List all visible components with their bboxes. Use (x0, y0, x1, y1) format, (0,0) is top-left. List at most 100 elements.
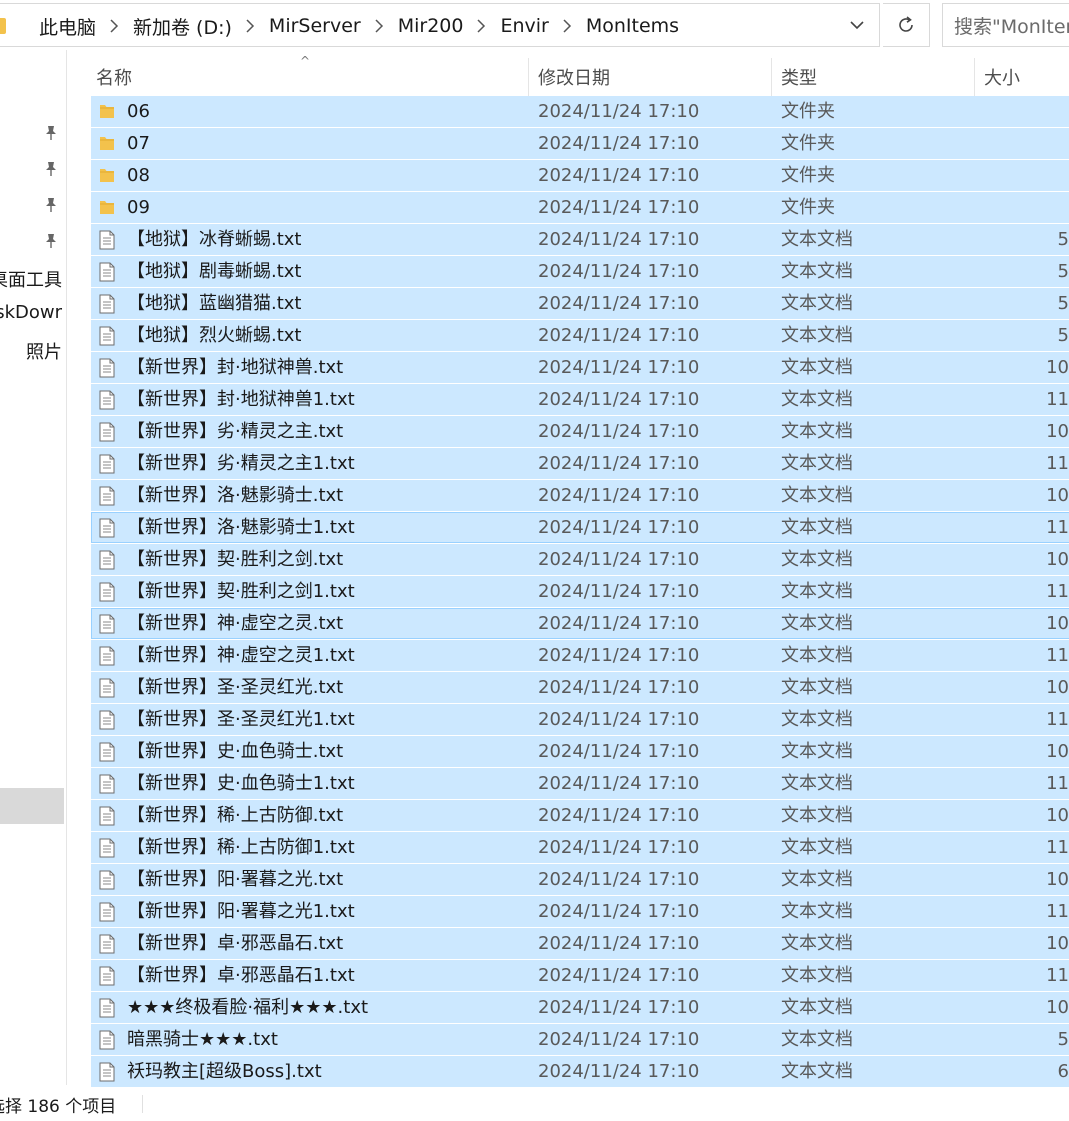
file-name[interactable]: 【新世界】神·虚空之灵1.txt (127, 640, 355, 671)
file-name[interactable]: ★★★终极看脸·福利★★★.txt (127, 992, 368, 1023)
file-row[interactable]: 【地狱】蓝幽猎猫.txt 2024/11/24 17:10 文本文档 5 (91, 288, 1069, 319)
file-row[interactable]: 【新世界】契·胜利之剑1.txt 2024/11/24 17:10 文本文档 11 (91, 576, 1069, 607)
file-name[interactable]: 【新世界】稀·上古防御.txt (127, 800, 343, 831)
file-type: 文本文档 (781, 229, 853, 250)
file-name[interactable]: 【新世界】阳·署暮之光.txt (127, 864, 343, 895)
file-row[interactable]: 【新世界】洛·魅影骑士1.txt 2024/11/24 17:10 文本文档 11 (91, 512, 1069, 543)
file-name[interactable]: 【新世界】契·胜利之剑.txt (127, 544, 343, 575)
file-name[interactable]: 【新世界】神·虚空之灵.txt (127, 608, 343, 639)
file-row[interactable]: 【新世界】卓·邪恶晶石.txt 2024/11/24 17:10 文本文档 10 (91, 928, 1069, 959)
file-name[interactable]: 暗黑骑士★★★.txt (127, 1024, 278, 1055)
file-name[interactable]: 07 (127, 128, 150, 159)
breadcrumb-mirserver[interactable]: MirServer (267, 15, 363, 37)
file-name[interactable]: 【新世界】洛·魅影骑士.txt (127, 480, 343, 511)
nav-item-selected[interactable] (0, 788, 64, 824)
file-row[interactable]: 【新世界】阳·署暮之光.txt 2024/11/24 17:10 文本文档 10 (91, 864, 1069, 895)
pin-icon[interactable] (44, 197, 58, 213)
file-name[interactable]: 【新世界】卓·邪恶晶石1.txt (127, 960, 355, 991)
file-row[interactable]: 【新世界】神·虚空之灵.txt 2024/11/24 17:10 文本文档 10 (91, 608, 1069, 639)
column-divider[interactable] (528, 58, 529, 96)
refresh-button[interactable] (883, 3, 930, 47)
file-name[interactable]: 【新世界】劣·精灵之主.txt (127, 416, 343, 447)
breadcrumb-this-pc[interactable]: 此电脑 (37, 13, 98, 40)
file-row[interactable]: 【新世界】圣·圣灵红光1.txt 2024/11/24 17:10 文本文档 11 (91, 704, 1069, 735)
file-list: 06 2024/11/24 17:10 文件夹 07 2024/11/24 17:10 文… (91, 96, 1069, 1088)
file-size: 5 (1057, 1029, 1069, 1050)
file-name[interactable]: 【新世界】圣·圣灵红光1.txt (127, 704, 355, 735)
text-file-icon (99, 230, 115, 255)
file-name[interactable]: 【新世界】稀·上古防御1.txt (127, 832, 355, 863)
search-input[interactable]: 搜索"MonItems" (942, 3, 1069, 47)
file-row[interactable]: 【地狱】冰脊蜥蜴.txt 2024/11/24 17:10 文本文档 5 (91, 224, 1069, 255)
file-row[interactable]: 【地狱】烈火蜥蜴.txt 2024/11/24 17:10 文本文档 5 (91, 320, 1069, 351)
pin-icon[interactable] (44, 233, 58, 249)
column-header-type[interactable]: 类型 (781, 58, 817, 96)
file-row[interactable]: ★★★终极看脸·福利★★★.txt 2024/11/24 17:10 文本文档 10 (91, 992, 1069, 1023)
breadcrumb-drive-d[interactable]: 新加卷 (D:) (131, 13, 234, 40)
file-row[interactable]: 袄玛教主[超级Boss].txt 2024/11/24 17:10 文本文档 6 (91, 1056, 1069, 1087)
file-row[interactable]: 【新世界】史·血色骑士1.txt 2024/11/24 17:10 文本文档 11 (91, 768, 1069, 799)
file-row[interactable]: 【新世界】封·地狱神兽1.txt 2024/11/24 17:10 文本文档 11 (91, 384, 1069, 415)
nav-item-desktop-tools[interactable]: 桌面工具 (0, 266, 62, 292)
file-row[interactable]: 【新世界】洛·魅影骑士.txt 2024/11/24 17:10 文本文档 10 (91, 480, 1069, 511)
file-name[interactable]: 【地狱】烈火蜥蜴.txt (127, 320, 302, 351)
column-divider[interactable] (974, 58, 975, 96)
file-row[interactable]: 【新世界】劣·精灵之主.txt 2024/11/24 17:10 文本文档 10 (91, 416, 1069, 447)
file-modified-date: 2024/11/24 17:10 (538, 581, 700, 602)
file-row[interactable]: 【新世界】史·血色骑士.txt 2024/11/24 17:10 文本文档 10 (91, 736, 1069, 767)
file-name[interactable]: 【新世界】圣·圣灵红光.txt (127, 672, 343, 703)
file-name[interactable]: 06 (127, 96, 150, 127)
chevron-right-icon[interactable] (563, 19, 572, 33)
file-type: 文本文档 (781, 549, 853, 570)
chevron-right-icon[interactable] (110, 19, 119, 33)
breadcrumb-mir200[interactable]: Mir200 (396, 15, 466, 37)
breadcrumb-monitems[interactable]: MonItems (584, 15, 681, 37)
file-name[interactable]: 【新世界】史·血色骑士1.txt (127, 768, 355, 799)
column-header-name[interactable]: 名称 (96, 58, 132, 96)
column-header-size[interactable]: 大小 (984, 58, 1020, 96)
file-row[interactable]: 暗黑骑士★★★.txt 2024/11/24 17:10 文本文档 5 (91, 1024, 1069, 1055)
file-name[interactable]: 【新世界】封·地狱神兽1.txt (127, 384, 355, 415)
file-row[interactable]: 【新世界】圣·圣灵红光.txt 2024/11/24 17:10 文本文档 10 (91, 672, 1069, 703)
file-name[interactable]: 【新世界】洛·魅影骑士1.txt (127, 512, 355, 543)
file-name[interactable]: 09 (127, 192, 150, 223)
column-divider[interactable] (771, 58, 772, 96)
file-row[interactable]: 07 2024/11/24 17:10 文件夹 (91, 128, 1069, 159)
file-row[interactable]: 【新世界】稀·上古防御1.txt 2024/11/24 17:10 文本文档 11 (91, 832, 1069, 863)
file-type: 文本文档 (781, 677, 853, 698)
file-row[interactable]: 09 2024/11/24 17:10 文件夹 (91, 192, 1069, 223)
file-row[interactable]: 06 2024/11/24 17:10 文件夹 (91, 96, 1069, 127)
chevron-right-icon[interactable] (246, 19, 255, 33)
file-row[interactable]: 【新世界】阳·署暮之光1.txt 2024/11/24 17:10 文本文档 11 (91, 896, 1069, 927)
file-name[interactable]: 【新世界】史·血色骑士.txt (127, 736, 343, 767)
file-size: 5 (1057, 261, 1069, 282)
chevron-right-icon[interactable] (477, 19, 486, 33)
file-name[interactable]: 08 (127, 160, 150, 191)
file-name[interactable]: 【地狱】剧毒蜥蜴.txt (127, 256, 302, 287)
file-name[interactable]: 【新世界】阳·署暮之光1.txt (127, 896, 355, 927)
file-row[interactable]: 【新世界】契·胜利之剑.txt 2024/11/24 17:10 文本文档 10 (91, 544, 1069, 575)
file-name[interactable]: 【新世界】封·地狱神兽.txt (127, 352, 343, 383)
file-row[interactable]: 08 2024/11/24 17:10 文件夹 (91, 160, 1069, 191)
nav-item-task-download[interactable]: skDowr (0, 302, 62, 323)
chevron-right-icon[interactable] (375, 19, 384, 33)
file-row[interactable]: 【新世界】劣·精灵之主1.txt 2024/11/24 17:10 文本文档 11 (91, 448, 1069, 479)
pin-icon[interactable] (44, 161, 58, 177)
file-row[interactable]: 【新世界】稀·上古防御.txt 2024/11/24 17:10 文本文档 10 (91, 800, 1069, 831)
breadcrumb-envir[interactable]: Envir (498, 15, 550, 37)
file-row[interactable]: 【新世界】神·虚空之灵1.txt 2024/11/24 17:10 文本文档 11 (91, 640, 1069, 671)
address-history-dropdown[interactable] (835, 4, 879, 46)
file-name[interactable]: 【地狱】冰脊蜥蜴.txt (127, 224, 302, 255)
pin-icon[interactable] (44, 125, 58, 141)
file-name[interactable]: 【新世界】劣·精灵之主1.txt (127, 448, 355, 479)
file-name[interactable]: 【地狱】蓝幽猎猫.txt (127, 288, 302, 319)
file-name[interactable]: 袄玛教主[超级Boss].txt (127, 1056, 322, 1087)
address-bar[interactable]: 此电脑 新加卷 (D:) MirServer Mir200 Envir MonI… (0, 3, 880, 47)
file-row[interactable]: 【新世界】封·地狱神兽.txt 2024/11/24 17:10 文本文档 10 (91, 352, 1069, 383)
file-row[interactable]: 【新世界】卓·邪恶晶石1.txt 2024/11/24 17:10 文本文档 11 (91, 960, 1069, 991)
column-header-date[interactable]: 修改日期 (538, 58, 610, 96)
file-row[interactable]: 【地狱】剧毒蜥蜴.txt 2024/11/24 17:10 文本文档 5 (91, 256, 1069, 287)
nav-item-photos[interactable]: 照片 (26, 338, 62, 364)
file-name[interactable]: 【新世界】契·胜利之剑1.txt (127, 576, 355, 607)
file-name[interactable]: 【新世界】卓·邪恶晶石.txt (127, 928, 343, 959)
